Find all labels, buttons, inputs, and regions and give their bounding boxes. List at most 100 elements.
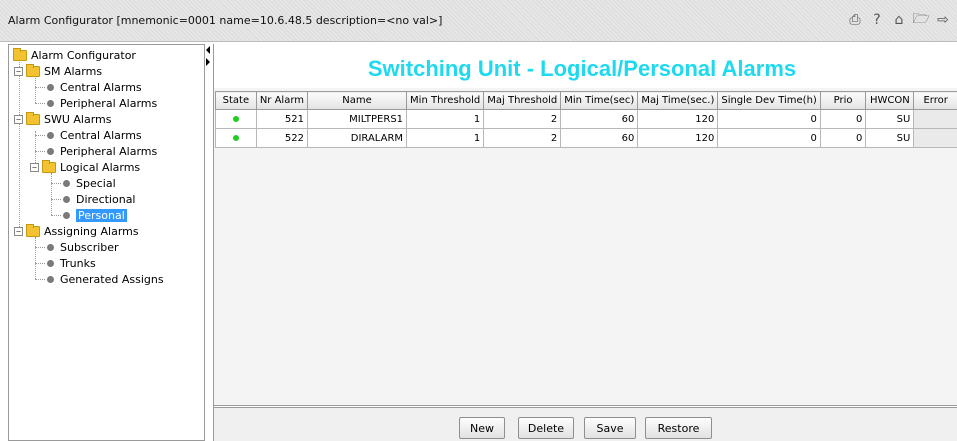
maj-threshold-cell[interactable]: 2 (483, 109, 562, 129)
folder-icon (26, 111, 40, 125)
maj-threshold-cell[interactable]: 2 (483, 128, 562, 148)
leaf-icon (63, 195, 70, 203)
leaf-icon (47, 131, 54, 139)
column-header-hwcon[interactable]: HWCON (865, 91, 915, 110)
error-cell (913, 109, 957, 129)
tree-item-generated-assigns[interactable]: Generated Assigns (45, 271, 164, 287)
main-panel: Switching Unit - Logical/Personal Alarms… (213, 44, 957, 441)
state-ok-icon (232, 115, 239, 122)
home-icon[interactable]: ⌂ (891, 11, 907, 29)
tree-item-alarm-configurator[interactable]: Alarm Configurator (13, 47, 136, 63)
delete-button[interactable]: Delete (518, 417, 574, 439)
name-cell[interactable]: MILTPERS1 (307, 109, 408, 129)
leaf-icon (47, 275, 54, 283)
leaf-icon (63, 179, 70, 187)
tree-item-label: Logical Alarms (60, 160, 141, 174)
tree-item-assigning-alarms[interactable]: − Assigning Alarms (14, 223, 139, 239)
tree-item-label: Generated Assigns (60, 272, 164, 286)
collapse-icon[interactable]: − (14, 226, 23, 236)
open-folder-icon[interactable]: 🗁 (912, 11, 929, 29)
tree-item-swu-alarms[interactable]: − SWU Alarms (14, 111, 112, 127)
leaf-icon (47, 83, 54, 91)
state-cell (215, 128, 257, 148)
nr-alarm-cell[interactable]: 521 (255, 109, 309, 129)
maj-time-cell[interactable]: 120 (637, 109, 719, 129)
table-row[interactable]: 521 MILTPERS1 1 2 60 120 0 0 SU (215, 109, 957, 129)
column-header-min-threshold[interactable]: Min Threshold (406, 91, 485, 110)
folder-icon (42, 159, 56, 173)
alarms-table-container: State Nr Alarm Name Min Threshold Maj Th… (214, 88, 957, 406)
collapse-icon[interactable]: − (14, 114, 23, 124)
alarms-table: State Nr Alarm Name Min Threshold Maj Th… (215, 91, 957, 148)
min-time-cell[interactable]: 60 (560, 109, 639, 129)
folder-icon (26, 223, 40, 237)
table-row[interactable]: 522 DIRALARM 1 2 60 120 0 0 SU (215, 128, 957, 148)
name-cell[interactable]: DIRALARM (307, 128, 408, 148)
tree-item-logical-alarms[interactable]: − Logical Alarms (30, 159, 140, 175)
column-header-error[interactable]: Error (913, 91, 957, 110)
tree-item-swu-central-alarms[interactable]: Central Alarms (45, 127, 142, 143)
tree-item-directional[interactable]: Directional (61, 191, 136, 207)
tree-item-label: SM Alarms (44, 64, 103, 78)
expand-right-icon[interactable] (206, 58, 210, 66)
prio-cell[interactable]: 0 (819, 109, 867, 129)
nr-alarm-cell[interactable]: 522 (255, 128, 309, 148)
tree-item-label: Directional (76, 192, 136, 206)
min-threshold-cell[interactable]: 1 (406, 128, 485, 148)
single-dev-time-cell[interactable]: 0 (717, 109, 821, 129)
tree-item-special[interactable]: Special (61, 175, 116, 191)
tree-item-subscriber[interactable]: Subscriber (45, 239, 119, 255)
column-header-nr-alarm[interactable]: Nr Alarm (255, 91, 309, 110)
column-header-maj-threshold[interactable]: Maj Threshold (483, 91, 562, 110)
hwcon-cell[interactable]: SU (865, 109, 915, 129)
tree-item-label: Alarm Configurator (31, 48, 136, 62)
column-header-maj-time[interactable]: Maj Time(sec.) (637, 91, 719, 110)
leaf-icon (47, 243, 54, 251)
min-threshold-cell[interactable]: 1 (406, 109, 485, 129)
tree-item-sm-peripheral-alarms[interactable]: Peripheral Alarms (45, 95, 157, 111)
window-title: Alarm Configurator [mnemonic=0001 name=1… (8, 14, 443, 27)
column-header-min-time[interactable]: Min Time(sec) (560, 91, 639, 110)
collapse-icon[interactable]: − (14, 66, 23, 76)
table-header-row: State Nr Alarm Name Min Threshold Maj Th… (215, 91, 957, 110)
collapse-icon[interactable]: − (30, 162, 39, 172)
leaf-icon (63, 211, 70, 219)
tree-item-swu-peripheral-alarms[interactable]: Peripheral Alarms (45, 143, 157, 159)
hwcon-cell[interactable]: SU (865, 128, 915, 148)
restore-button[interactable]: Restore (645, 417, 712, 439)
tree-item-label: SWU Alarms (44, 112, 112, 126)
tree-item-label: Assigning Alarms (44, 224, 139, 238)
tree-item-label: Peripheral Alarms (60, 96, 158, 110)
tree-item-label: Central Alarms (60, 128, 142, 142)
column-header-single-dev-time[interactable]: Single Dev Time(h) (717, 91, 821, 110)
save-button[interactable]: Save (584, 417, 636, 439)
tree-item-label: Trunks (60, 256, 96, 270)
tree-item-label: Personal (76, 208, 127, 222)
error-cell (913, 128, 957, 148)
column-header-name[interactable]: Name (307, 91, 408, 110)
page-title: Switching Unit - Logical/Personal Alarms (367, 56, 797, 81)
tree-item-personal[interactable]: Personal (61, 207, 127, 223)
navigation-tree: Alarm Configurator − SM Alarms Central A… (8, 44, 205, 441)
state-cell (215, 109, 257, 129)
help-icon[interactable]: ? (869, 11, 885, 29)
tree-item-trunks[interactable]: Trunks (45, 255, 96, 271)
panel-splitter[interactable] (205, 44, 213, 441)
single-dev-time-cell[interactable]: 0 (717, 128, 821, 148)
tree-item-sm-alarms[interactable]: − SM Alarms (14, 63, 102, 79)
leaf-icon (47, 99, 54, 107)
column-header-prio[interactable]: Prio (819, 91, 867, 110)
new-button[interactable]: New (459, 417, 505, 439)
tree-item-label: Central Alarms (60, 80, 142, 94)
maj-time-cell[interactable]: 120 (637, 128, 719, 148)
tree-item-sm-central-alarms[interactable]: Central Alarms (45, 79, 142, 95)
exit-icon[interactable]: ⇨ (935, 11, 951, 29)
leaf-icon (47, 259, 54, 267)
title-toolbar: ⎙ ? ⌂ 🗁 ⇨ (847, 11, 951, 29)
column-header-state[interactable]: State (215, 91, 257, 110)
print-icon[interactable]: ⎙ (847, 11, 863, 29)
min-time-cell[interactable]: 60 (560, 128, 639, 148)
leaf-icon (47, 147, 54, 155)
collapse-left-icon[interactable] (206, 46, 210, 54)
prio-cell[interactable]: 0 (819, 128, 867, 148)
